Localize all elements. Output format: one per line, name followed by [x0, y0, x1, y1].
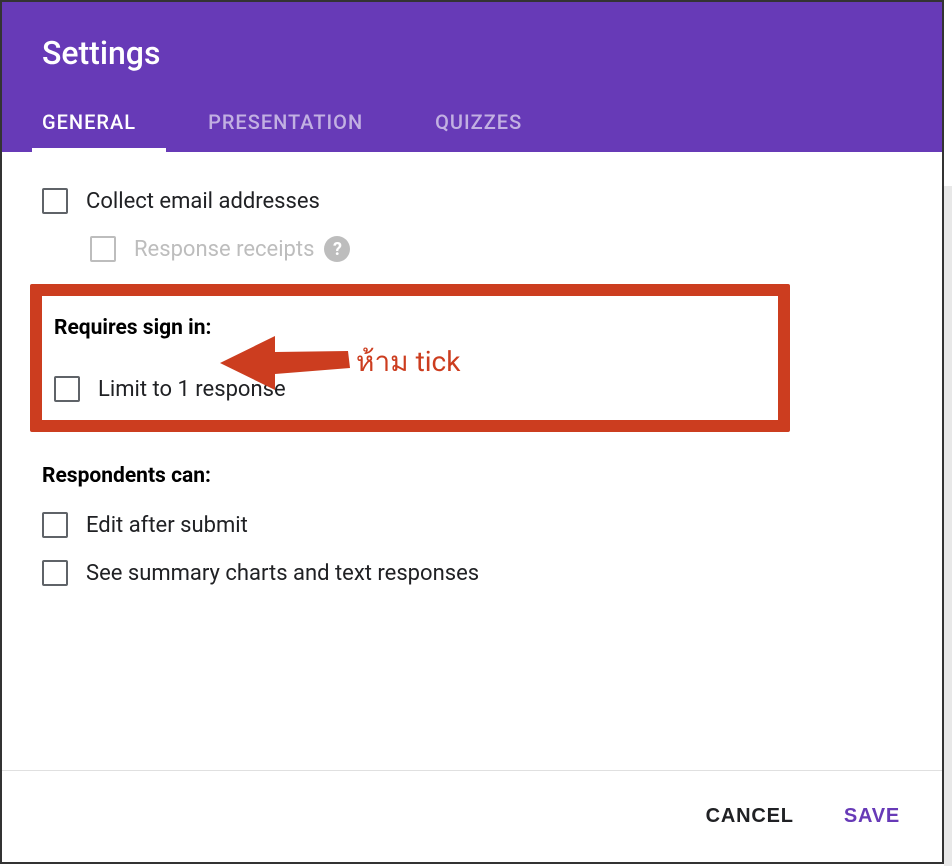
annotation-highlight-box: Requires sign in: Limit to 1 response ห้… [30, 284, 790, 432]
section-respondents-can: Respondents can: [42, 464, 902, 488]
dialog-footer: CANCEL SAVE [2, 770, 942, 862]
checkbox-limit-response[interactable] [54, 376, 80, 402]
label-see-summary: See summary charts and text responses [86, 561, 479, 586]
dialog-content: Collect email addresses Response receipt… [2, 152, 942, 770]
option-edit-after-submit: Edit after submit [42, 512, 902, 538]
tab-quizzes[interactable]: QUIZZES [435, 92, 522, 152]
section-requires-signin: Requires sign in: [54, 316, 766, 340]
label-response-receipts: Response receipts [134, 237, 314, 262]
right-shadow [944, 186, 952, 866]
tab-presentation[interactable]: PRESENTATION [208, 92, 363, 152]
label-limit-response: Limit to 1 response [98, 377, 286, 402]
settings-dialog: Settings GENERAL PRESENTATION QUIZZES Co… [0, 0, 944, 864]
dialog-header: Settings GENERAL PRESENTATION QUIZZES [2, 2, 942, 152]
tabs-bar: GENERAL PRESENTATION QUIZZES [2, 92, 942, 152]
dialog-title: Settings [2, 2, 942, 92]
save-button[interactable]: SAVE [842, 799, 902, 834]
option-collect-email: Collect email addresses [42, 188, 902, 214]
cancel-button[interactable]: CANCEL [704, 799, 796, 834]
option-response-receipts: Response receipts ? [90, 236, 902, 262]
checkbox-response-receipts [90, 236, 116, 262]
checkbox-edit-after-submit[interactable] [42, 512, 68, 538]
option-see-summary: See summary charts and text responses [42, 560, 902, 586]
checkbox-see-summary[interactable] [42, 560, 68, 586]
label-collect-email: Collect email addresses [86, 189, 320, 214]
label-edit-after-submit: Edit after submit [86, 513, 248, 538]
tab-general[interactable]: GENERAL [42, 92, 136, 152]
option-limit-response: Limit to 1 response [54, 376, 766, 402]
help-icon[interactable]: ? [324, 236, 350, 262]
checkbox-collect-email[interactable] [42, 188, 68, 214]
